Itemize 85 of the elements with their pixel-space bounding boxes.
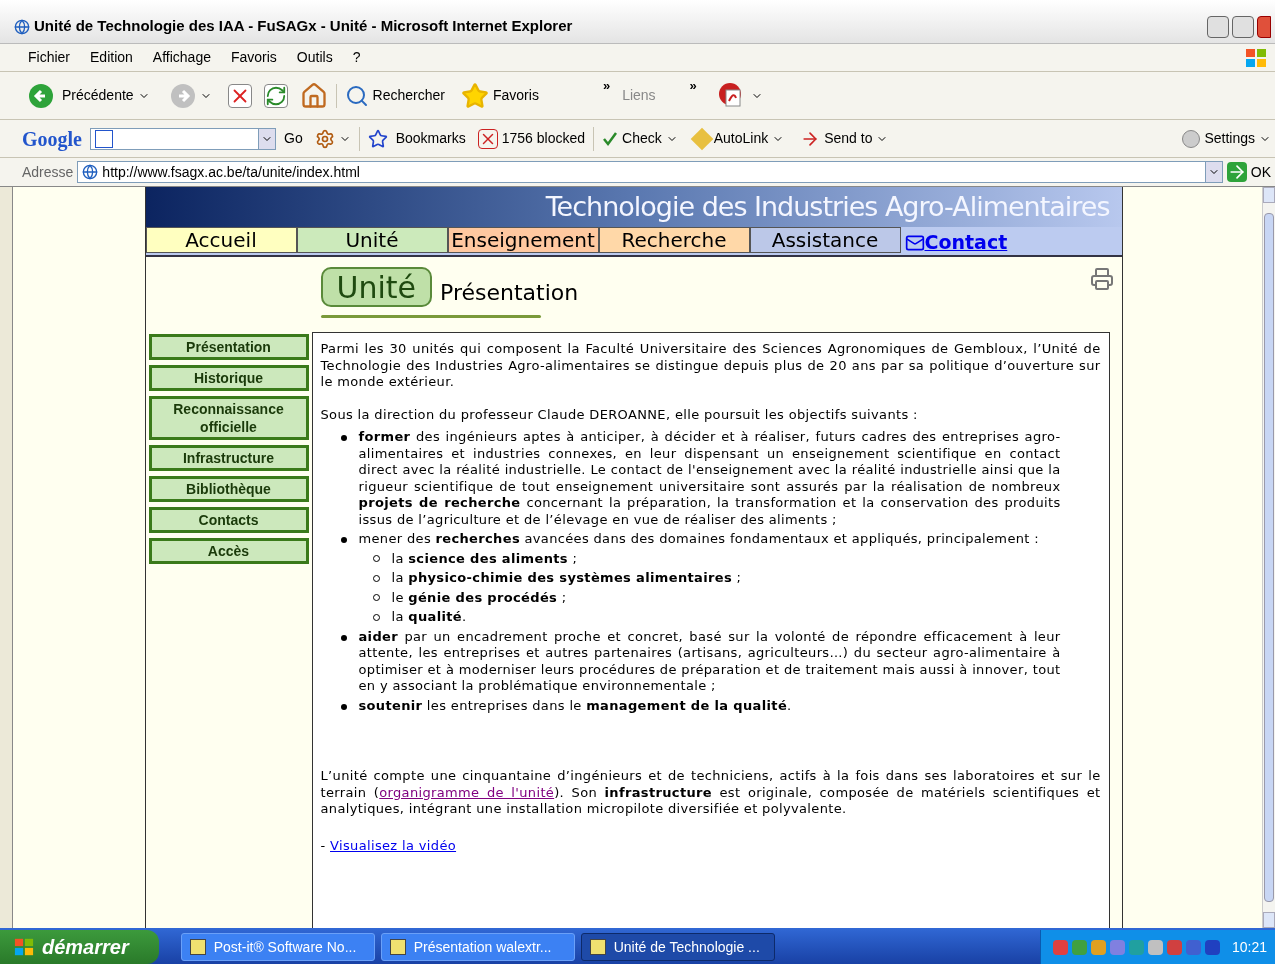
intro-paragraph: Parmi les 30 unités qui composent la Faculté Universitaire des Sciences Agronomiques de Gembloux, l’Unité de Technologie des Industries Agro-alimentaires se distingue depuis plus de 20 ans par sa politique d’ouverture sur le monde extérieur.	[320, 341, 1101, 391]
bullet-icon	[340, 634, 347, 641]
bookmarks-star-icon[interactable]	[367, 128, 388, 149]
start-button[interactable]: démarrer	[0, 930, 159, 964]
research-topic: la science des aliments ;	[391, 550, 578, 567]
nav-tab[interactable]: Assistance	[749, 227, 901, 253]
video-link[interactable]: Visualisez la vidéo	[330, 837, 457, 853]
contact-link[interactable]: Contact	[924, 227, 1008, 256]
bullet-icon	[340, 435, 347, 441]
sidebar-link[interactable]: Infrastructure	[148, 445, 309, 471]
sidebar-link[interactable]: Historique	[148, 365, 309, 391]
video-line: - Visualisez la vidéo	[320, 837, 458, 854]
google-search-field[interactable]	[90, 127, 276, 150]
stop-icon[interactable]	[227, 83, 252, 108]
page-icon	[82, 164, 99, 180]
popup-blocker-icon[interactable]	[477, 128, 498, 149]
home-icon[interactable]	[299, 81, 328, 110]
taskbar-button[interactable]: Post-it® Software No...	[180, 933, 375, 961]
menu-item[interactable]: Fichier	[28, 47, 70, 68]
bullet-icon	[340, 703, 347, 710]
taskbar-button[interactable]: Présentation walextr...	[380, 933, 575, 961]
check-button[interactable]: Check	[622, 128, 662, 149]
window-title: Unité de Technologie des IAA - FuSAGx - Unité - Microsoft Internet Explorer	[34, 16, 574, 37]
printer-icon[interactable]	[1089, 267, 1114, 291]
app-icon	[389, 939, 406, 955]
organigram-link[interactable]: organigramme de l'unité	[379, 784, 555, 800]
menu-item[interactable]: Outils	[296, 47, 333, 68]
sidebar-link[interactable]: Accès	[148, 538, 309, 564]
menu-item[interactable]: ?	[352, 47, 361, 68]
go-button[interactable]: OK	[1250, 161, 1271, 183]
section-badge: Unité	[320, 267, 433, 307]
windows-logo-icon	[14, 937, 34, 957]
google-logo: Google	[22, 126, 82, 153]
search-button[interactable]: Rechercher	[372, 85, 445, 106]
send-to-button[interactable]: Send to	[824, 128, 873, 149]
favorites-star-icon[interactable]	[461, 81, 489, 110]
sidebar-link[interactable]: Contacts	[148, 507, 309, 533]
research-topic: la physico-chimie des systèmes alimentaires ;	[391, 570, 742, 587]
mail-icon[interactable]	[904, 233, 925, 253]
objective-text: former des ingénieurs aptes à anticiper, à décider et à réaliser, futurs cadres des entreprises agro-alimentaires et industries connexes, en leur dispensant un enseignement scientifique en contact direct avec la réalité industrielle. Le contact de l'enseignement avec la réalité industrielle ainsi que la rigueur scientifique de tout enseignement universitaire sont assurés par la réalisation de nombreux projets de recherche concernant la préparation, la transformation et la conservation des produits issus de l’agriculture et de l’élevage en vue de réaliser des aliments ;	[358, 429, 1061, 528]
staff-paragraph: L’unité compte une cinquantaine d’ingénieurs et de techniciens, actifs à la fois dans ses laboratoires et sur le terrain (organigramme de l'unité). Son infrastructure est originale, composée de matériels scientifiques et analytiques, intégrant une installation micropilote diversifiée et polyvalente.	[320, 768, 1101, 818]
windows-logo-icon	[1245, 46, 1267, 69]
page-heading: Présentation	[440, 279, 579, 307]
close-button[interactable]	[1257, 15, 1271, 38]
objective-text: soutenir les entreprises dans le management de la qualité.	[358, 697, 792, 714]
address-label: Adresse	[22, 162, 74, 182]
menu-item[interactable]: Edition	[90, 47, 133, 68]
lead-paragraph: Sous la direction du professeur Claude DEROANNE, elle poursuit les objectifs suivants :	[320, 406, 919, 423]
taskbar-button[interactable]: Unité de Technologie ...	[580, 933, 775, 961]
sidebar-link[interactable]: Présentation	[148, 334, 309, 360]
banner-title: Technologie des Industries Agro-Alimentaires	[545, 189, 1110, 224]
nav-tab[interactable]: Enseignement	[447, 227, 599, 253]
bullet-icon	[340, 537, 347, 543]
links-chevron[interactable]: »	[689, 76, 697, 96]
objective-text: aider par un encadrement proche et concret, basé sur la volonté de répondre efficacement à leur attente, les entreprises et autres partenaires (artisans, agriculteurs…) du secteur agro-alimentaire à optimiser et à moderniser leurs procédures de préparation et de traitement mais aussi à innover, tout en y associant la problématique environnementale ;	[358, 628, 1061, 695]
autolink-button[interactable]: AutoLink	[713, 128, 769, 149]
bookmarks-button[interactable]: Bookmarks	[395, 128, 466, 149]
tray-icon[interactable]	[1204, 939, 1220, 955]
sidebar-link[interactable]: Reconnaissance officielle	[148, 396, 309, 440]
nav-tab[interactable]: Accueil	[145, 227, 297, 253]
app-icon	[589, 939, 606, 955]
browser-icon	[14, 18, 30, 35]
minimize-button[interactable]	[1207, 15, 1229, 38]
sidebar-link[interactable]: Bibliothèque	[148, 476, 309, 502]
research-topic: la qualité.	[391, 609, 467, 626]
objective-text: mener des recherches avancées dans des domaines fondamentaux et appliqués, principalement :	[358, 531, 1039, 548]
menu-item[interactable]: Favoris	[230, 47, 277, 68]
nav-tab[interactable]: Unité	[296, 227, 448, 253]
popup-blocked-count[interactable]: 1756 blocked	[501, 128, 585, 149]
spellcheck-icon[interactable]	[602, 130, 618, 147]
refresh-icon[interactable]	[263, 83, 288, 108]
toolbar-options-icon[interactable]	[314, 128, 335, 149]
scrollbar[interactable]	[1262, 187, 1275, 928]
toolbar-chevron[interactable]: »	[602, 76, 611, 96]
clock: 10:21	[1231, 937, 1267, 957]
maximize-button[interactable]	[1232, 15, 1254, 38]
nav-tab[interactable]: Recherche	[598, 227, 750, 253]
back-button[interactable]: Précédente	[62, 85, 134, 106]
settings-button[interactable]: Settings	[1204, 128, 1255, 149]
research-topic: le génie des procédés ;	[391, 589, 567, 606]
go-button[interactable]: Go	[284, 128, 303, 149]
search-icon[interactable]	[344, 83, 369, 108]
favorites-button[interactable]: Favoris	[493, 85, 539, 106]
app-icon	[189, 939, 206, 955]
menu-item[interactable]: Affichage	[152, 47, 211, 68]
